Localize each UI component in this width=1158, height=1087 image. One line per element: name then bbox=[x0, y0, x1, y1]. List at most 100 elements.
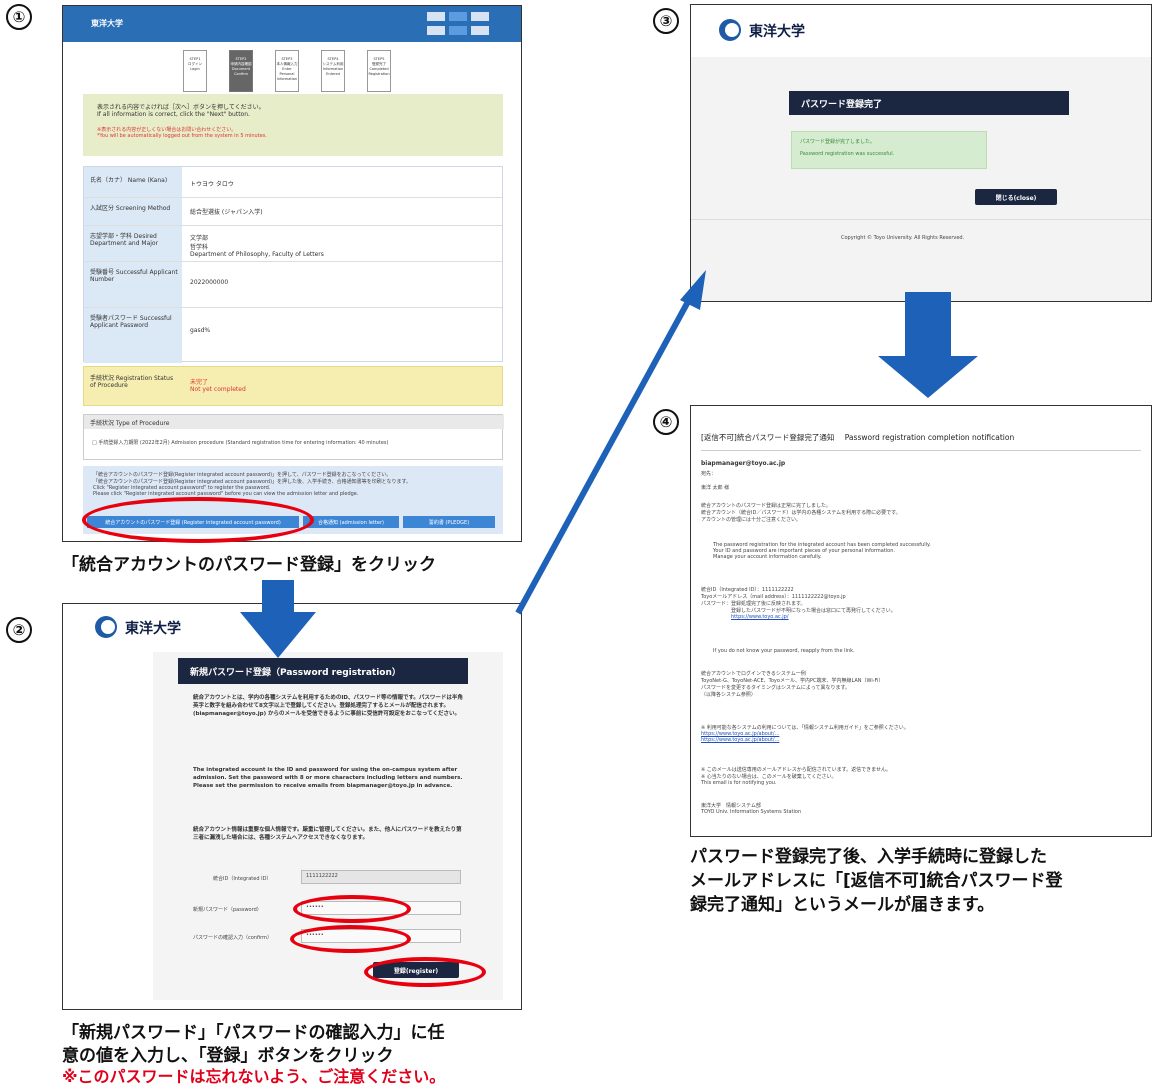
step-box-label: STEP2 申請内容確認 Document Confirm bbox=[230, 57, 252, 76]
screen3-logo-text: 東洋大学 bbox=[749, 24, 805, 40]
section2-line: （以降各システム参照） bbox=[701, 692, 756, 698]
row-sep bbox=[84, 225, 502, 226]
email-info: 統合ID（Integrated ID）：1111122222 Toyoメールアド… bbox=[701, 586, 1141, 620]
section2-line: 統合アカウントでログインできるシステム一例 bbox=[701, 671, 806, 677]
step-box-2-current: STEP2 申請内容確認 Document Confirm bbox=[229, 50, 253, 92]
section2-line: ToyoNet-G、ToyoNet-ACE、Toyoメール、学内PC端末、学内無… bbox=[701, 678, 884, 684]
footer-line: ※ このメールは送信専用のメールアドレスから配信されています。返信できません。 bbox=[701, 767, 891, 773]
screen2-para-ja: 統合アカウントとは、学内の各種システムを利用するためのID、パスワード等の情報で… bbox=[193, 695, 463, 717]
email-subject-ja: [返信不可]統合パスワード登録完了通知 bbox=[701, 433, 835, 442]
step-box-label: STEP3 本人情報入力 Enter Personal Information bbox=[276, 57, 298, 81]
close-button[interactable]: 閉じる(close) bbox=[975, 189, 1057, 205]
field-value-2: 文学部 哲学科 Department of Philosophy, Facult… bbox=[190, 235, 324, 258]
email-note-en: If you do not know your password, reappl… bbox=[713, 648, 855, 654]
arrow-down-3-4 bbox=[878, 292, 978, 398]
caption-step4-line3: 録完了通知」というメールが届きます。 bbox=[690, 895, 995, 915]
id-label: 統合ID（Integrated ID） bbox=[213, 876, 272, 882]
toyo-logo-icon bbox=[95, 616, 117, 638]
email-subject: [返信不可]統合パスワード登録完了通知 Password registratio… bbox=[701, 432, 1014, 443]
field-value-1: 総合型選抜 (ジャパン入学) bbox=[190, 209, 263, 216]
screen2-frame: 東洋大学 新規パスワード登録（Password registration） 統合… bbox=[62, 603, 522, 1010]
new-password-label: 新規パスワード（password） bbox=[193, 907, 262, 913]
toyo-logo-icon bbox=[719, 19, 741, 41]
font-box-3[interactable] bbox=[471, 26, 489, 35]
status-label: 手続状況 Registration Status of Procedure bbox=[90, 375, 174, 389]
row-sep bbox=[84, 307, 502, 308]
pledge-button[interactable]: 誓約書 (PLEDGE) bbox=[403, 516, 495, 528]
email-greeting: 東洋 太郎 様 bbox=[701, 485, 730, 491]
signature-line: 東洋大学 情報システム部 bbox=[701, 803, 761, 809]
caption-step4-line2: メールアドレスに「[返信不可]統合パスワード登 bbox=[690, 871, 1063, 891]
integrated-id-field: 1111122222 bbox=[301, 870, 461, 884]
step-number-2: ② bbox=[6, 617, 32, 643]
screen3-title-bar: パスワード登録完了 bbox=[789, 91, 1069, 115]
email-section2: 統合アカウントでログインできるシステム一例 ToyoNet-G、ToyoNet-… bbox=[701, 670, 1141, 698]
screen3-frame: 東洋大学 パスワード登録完了 パスワード登録が完了しました。 Password … bbox=[690, 4, 1152, 302]
field-value-0: トウヨウ タロウ bbox=[190, 181, 234, 188]
screen3-copyright: Copyright © Toyo University. All Rights … bbox=[841, 235, 965, 241]
info-line: 統合ID（Integrated ID）：1111122222 bbox=[701, 587, 794, 593]
field-label-4: 受験者パスワード Successful Applicant Password bbox=[90, 315, 172, 329]
highlight-oval-confirm-password bbox=[290, 925, 411, 953]
caption-step1: 「統合アカウントのパスワード登録」をクリック bbox=[62, 555, 436, 575]
field-label-3: 受験番号 Successful Applicant Number bbox=[90, 269, 178, 283]
font-box-1[interactable] bbox=[427, 26, 445, 35]
step-box-3: STEP3 本人情報入力 Enter Personal Information bbox=[275, 50, 299, 92]
screen3-divider bbox=[691, 219, 1151, 220]
email-footer: ※ このメールは送信専用のメールアドレスから配信されています。返信できません。 … bbox=[701, 766, 1141, 786]
lang-box-1[interactable] bbox=[427, 12, 445, 21]
section3-line: ※ 利用可能な各システムの利用については、「情報システム利用ガイド」をご参照くだ… bbox=[701, 725, 909, 731]
screen2-title-bar: 新規パスワード登録（Password registration） bbox=[178, 658, 468, 684]
notice-en: If all information is correct, click the… bbox=[97, 111, 250, 118]
info-line: 登録したパスワードが不明になった場合は窓口にて再発行してください。 bbox=[731, 608, 896, 614]
info-line: パスワード：登録処理完了後に反映されます。 bbox=[701, 601, 806, 607]
screen1-header: 東洋大学 bbox=[63, 6, 521, 42]
body-ja-line: 統合アカウント（統合ID／パスワード）は学内の各種システムを利用する際に必要です… bbox=[701, 510, 901, 516]
arrow-diagonal-2-3 bbox=[515, 270, 706, 615]
email-body-en: The password registration for the integr… bbox=[713, 542, 1133, 560]
subject-divider bbox=[701, 450, 1141, 451]
screen1-header-title: 東洋大学 bbox=[91, 19, 123, 28]
step-box-5: STEP5 登録完了 Completed Registration bbox=[367, 50, 391, 92]
bottom-note2: 「統合アカウントのパスワード登録(Register integrated acc… bbox=[93, 479, 412, 485]
info-line: Toyoメールアドレス（mail address）：1111122222@toy… bbox=[701, 594, 846, 600]
email-section3: ※ 利用可能な各システムの利用については、「情報システム利用ガイド」をご参照くだ… bbox=[701, 724, 1141, 743]
highlight-oval-register-button bbox=[364, 957, 486, 987]
screen1-procedure: 手続状況 Type of Procedure □ 手続登録入力期限 (2022年… bbox=[83, 414, 504, 460]
bottom-note4: Please click "Register integrated accoun… bbox=[93, 491, 359, 497]
email-to: 宛先： bbox=[701, 471, 717, 477]
signature-line: TOYO Univ. Information Systems Station bbox=[701, 809, 802, 815]
admission-letter-button[interactable]: 合格通知 (admission letter) bbox=[303, 516, 399, 528]
email-signature: 東洋大学 情報システム部 TOYO Univ. Information Syst… bbox=[701, 802, 1141, 815]
body-ja-line: 統合アカウントのパスワード登録は正常に完了しました。 bbox=[701, 503, 832, 509]
font-box-2[interactable] bbox=[449, 26, 467, 35]
step-box-label: STEP1 ログイン Login bbox=[188, 57, 202, 71]
screen1-status: 手続状況 Registration Status of Procedure 未完… bbox=[83, 366, 503, 406]
screen4-frame: [返信不可]統合パスワード登録完了通知 Password registratio… bbox=[690, 405, 1152, 837]
email-subject-en: Password registration completion notific… bbox=[844, 433, 1015, 442]
procedure-item[interactable]: □ 手続登録入力期限 (2022年2月) Admission procedure… bbox=[92, 439, 496, 446]
field-label-0: 氏名（カナ） Name (Kana) bbox=[90, 177, 168, 184]
email-link-1[interactable]: https://www.toyo.ac.jp/ bbox=[701, 614, 1141, 620]
screen3-success-box: パスワード登録が完了しました。 Password registration wa… bbox=[791, 131, 987, 169]
caption-step2-line1: 「新規パスワード」「パスワードの確認入力」に任 bbox=[62, 1023, 445, 1043]
bottom-note1: 「統合アカウントのパスワード登録(Register integrated acc… bbox=[93, 472, 392, 478]
field-value-3: 2022000000 bbox=[190, 279, 229, 286]
caption-step2-warning: ※このパスワードは忘れないよう、ご注意ください。 bbox=[62, 1067, 446, 1086]
screen1-info-table: 氏名（カナ） Name (Kana) トウヨウ タロウ 入試区分 Screeni… bbox=[83, 166, 503, 363]
caption-step4-line1: パスワード登録完了後、入学手続時に登録した bbox=[690, 847, 1047, 867]
screen2-logo-text: 東洋大学 bbox=[125, 621, 181, 637]
lang-box-3[interactable] bbox=[471, 12, 489, 21]
screen1-frame: 東洋大学 STEP1 ログイン Login STEP2 申請内容確認 Docum… bbox=[62, 5, 522, 542]
procedure-header: 手続状況 Type of Procedure bbox=[84, 415, 504, 429]
screen2-para-en: The integrated account is the ID and pas… bbox=[193, 767, 463, 789]
success-ja: パスワード登録が完了しました。 bbox=[800, 139, 876, 145]
email-link-3[interactable]: https://www.toyo.ac.jp/about/... bbox=[701, 737, 1141, 743]
highlight-oval-register-button bbox=[82, 497, 314, 543]
step-number-4: ④ bbox=[653, 409, 679, 435]
notice-red2: *You will be automatically logged out fr… bbox=[97, 133, 267, 139]
body-ja-line: アカウントの管理には十分ご注意ください。 bbox=[701, 517, 802, 523]
step-box-1: STEP1 ログイン Login bbox=[183, 50, 207, 92]
lang-box-2[interactable] bbox=[449, 12, 467, 21]
row-sep bbox=[84, 261, 502, 262]
